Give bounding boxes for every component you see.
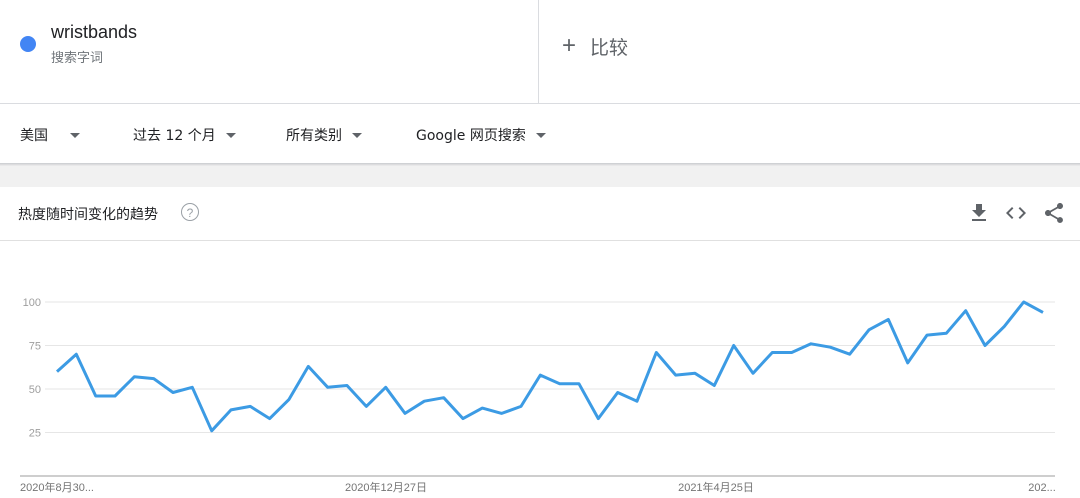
compare-label: 比较 (590, 36, 629, 59)
data-point[interactable] (189, 384, 195, 390)
data-point[interactable] (73, 351, 79, 357)
data-point[interactable] (151, 376, 157, 382)
share-icon[interactable] (1042, 201, 1066, 225)
data-point[interactable] (1040, 309, 1046, 315)
time-range-filter[interactable]: 过去 12 个月 (133, 124, 236, 146)
data-point[interactable] (54, 369, 60, 375)
category-filter-label: 所有类别 (286, 128, 342, 144)
time-range-filter-label: 过去 12 个月 (133, 128, 216, 144)
data-point[interactable] (363, 403, 369, 409)
data-point[interactable] (479, 405, 485, 411)
chevron-down-icon (225, 132, 236, 138)
y-tick-label: 25 (29, 428, 41, 440)
data-point[interactable] (653, 350, 659, 356)
data-point[interactable] (421, 398, 427, 404)
data-point[interactable] (576, 381, 582, 387)
search-type-filter[interactable]: Google 网页搜索 (416, 124, 546, 146)
region-filter-label: 美国 (20, 128, 48, 144)
data-point[interactable] (267, 416, 273, 422)
data-point[interactable] (460, 416, 466, 422)
data-point[interactable] (982, 343, 988, 349)
x-tick-label: 2020年12月27日 (345, 480, 427, 494)
data-point[interactable] (866, 327, 872, 333)
download-icon[interactable] (967, 201, 991, 225)
data-point[interactable] (769, 350, 775, 356)
y-tick-label: 50 (29, 384, 41, 396)
series-line[interactable] (55, 300, 1044, 433)
data-point[interactable] (499, 410, 505, 416)
data-point[interactable] (170, 390, 176, 396)
data-point[interactable] (247, 403, 253, 409)
data-point[interactable] (131, 374, 137, 380)
data-point[interactable] (344, 383, 350, 389)
data-point[interactable] (595, 416, 601, 422)
trend-chart[interactable]: 25 50 75 100 2020年8月30... 2020年12月27日 2021年4月2… (0, 240, 1080, 498)
data-point[interactable] (1001, 323, 1007, 329)
data-point[interactable] (112, 393, 118, 399)
embed-code-icon[interactable] (1004, 201, 1028, 225)
card-header: 热度随时间变化的趋势 ? (0, 187, 1080, 241)
data-point[interactable] (673, 372, 679, 378)
region-filter[interactable]: 美国 (20, 124, 80, 146)
data-point[interactable] (943, 330, 949, 336)
term-color-dot (20, 36, 36, 52)
data-point[interactable] (750, 370, 756, 376)
y-tick-label: 100 (23, 297, 41, 309)
data-point[interactable] (711, 383, 717, 389)
filter-bar: 美国 过去 12 个月 所有类别 Google 网页搜索 (0, 104, 1080, 164)
data-point[interactable] (924, 332, 930, 338)
data-point[interactable] (731, 343, 737, 349)
data-point[interactable] (383, 384, 389, 390)
data-point[interactable] (305, 363, 311, 369)
data-point[interactable] (93, 393, 99, 399)
data-point[interactable] (885, 316, 891, 322)
help-icon[interactable]: ? (181, 203, 199, 221)
data-point[interactable] (286, 396, 292, 402)
interest-over-time-card: 热度随时间变化的趋势 ? 25 50 75 100 2020年8月30... 2020年1… (0, 187, 1080, 498)
data-point[interactable] (325, 384, 331, 390)
x-tick-label: 2020年8月30... (20, 480, 94, 494)
chevron-down-icon (352, 132, 362, 138)
data-point[interactable] (905, 360, 911, 366)
data-point[interactable] (615, 390, 621, 396)
data-point[interactable] (441, 395, 447, 401)
x-tick-label: 202... (1028, 482, 1056, 494)
compare-button[interactable]: + 比较 (562, 32, 628, 60)
search-term-type: 搜索字词 (51, 51, 104, 66)
data-point[interactable] (228, 407, 234, 413)
data-point[interactable] (847, 351, 853, 357)
search-term-row: wristbands 搜索字词 + 比较 (0, 0, 1080, 104)
data-point[interactable] (634, 398, 640, 404)
search-type-filter-label: Google 网页搜索 (416, 128, 526, 144)
data-point[interactable] (209, 428, 215, 434)
data-point[interactable] (692, 370, 698, 376)
data-point[interactable] (808, 341, 814, 347)
chevron-down-icon (70, 132, 80, 138)
data-point[interactable] (402, 410, 408, 416)
chevron-down-icon (535, 132, 546, 138)
data-point[interactable] (1021, 299, 1027, 305)
data-point[interactable] (537, 372, 543, 378)
search-term-name[interactable]: wristbands (51, 22, 137, 43)
section-gap (0, 166, 1080, 187)
data-point[interactable] (557, 381, 563, 387)
category-filter[interactable]: 所有类别 (286, 124, 362, 146)
card-title: 热度随时间变化的趋势 (18, 207, 158, 223)
plus-icon: + (562, 32, 577, 59)
data-point[interactable] (789, 350, 795, 356)
data-point[interactable] (963, 308, 969, 314)
data-point[interactable] (518, 403, 524, 409)
search-term-card[interactable]: wristbands 搜索字词 (0, 0, 539, 103)
y-tick-label: 75 (29, 341, 41, 353)
x-tick-label: 2021年4月25日 (678, 480, 754, 494)
data-point[interactable] (827, 344, 833, 350)
